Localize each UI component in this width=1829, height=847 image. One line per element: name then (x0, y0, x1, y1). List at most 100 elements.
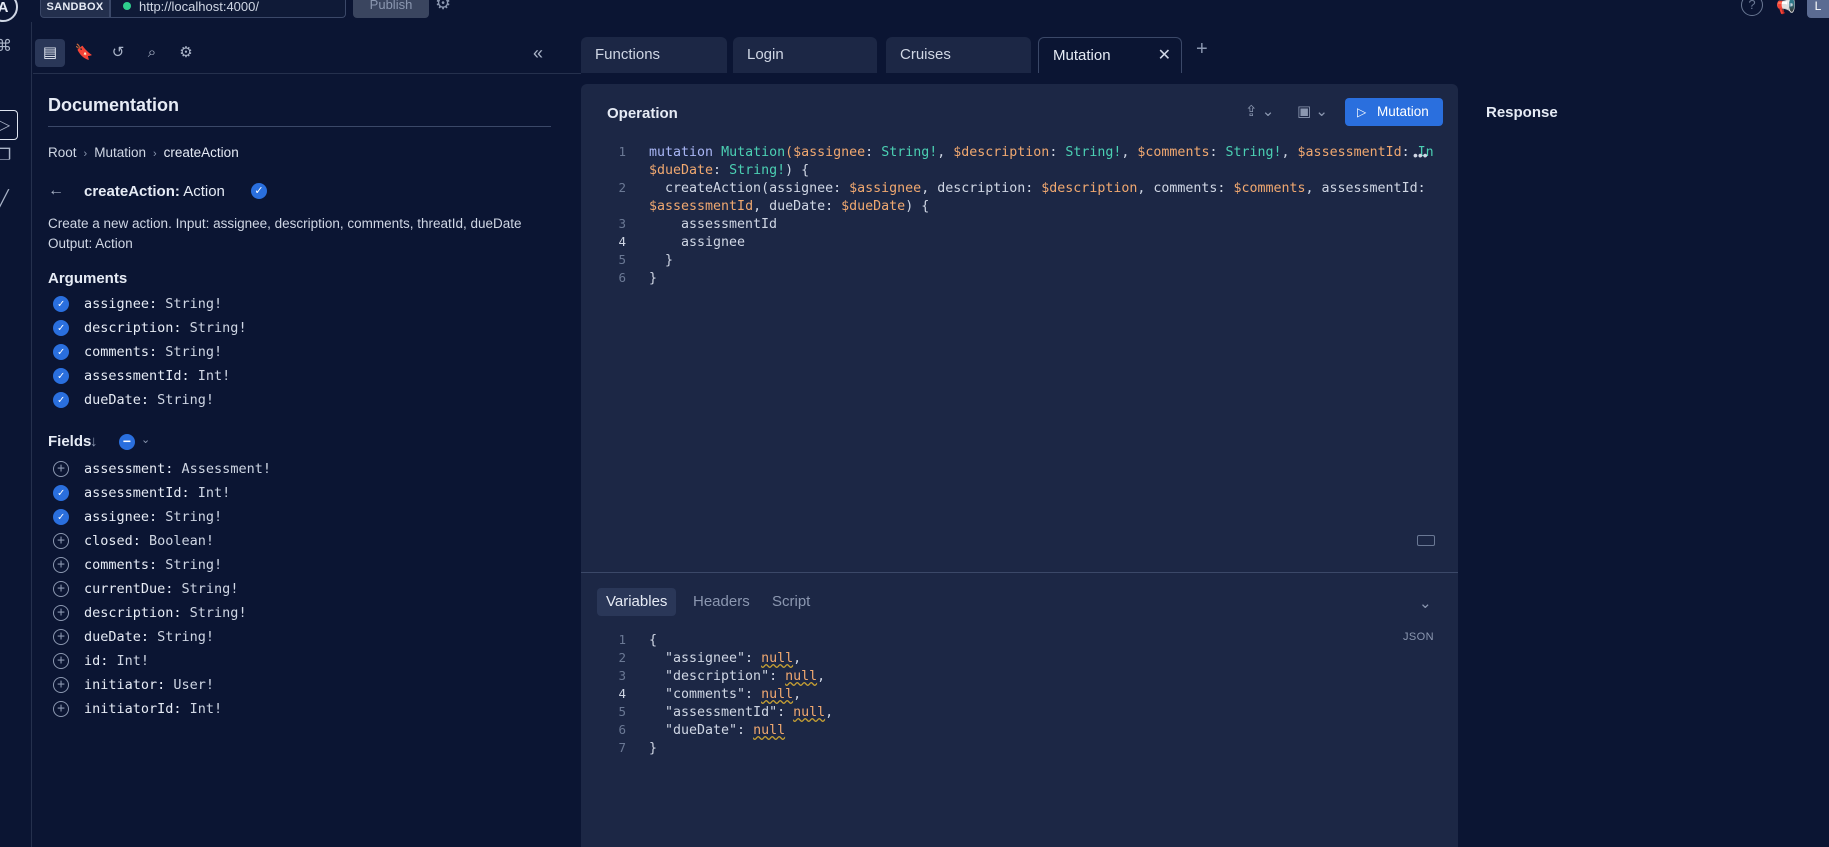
megaphone-icon[interactable]: 📢 (1776, 0, 1796, 16)
field-type[interactable]: Int! (198, 368, 231, 384)
user-avatar[interactable]: L (1807, 0, 1829, 18)
deselect-all-icon[interactable]: − (119, 434, 135, 450)
field-type[interactable]: User! (173, 677, 214, 693)
back-arrow-icon[interactable]: ← (48, 182, 64, 200)
field-name: comments: (84, 557, 166, 573)
description-line: Create a new action. Input: assignee, de… (48, 216, 522, 231)
chevron-down-icon[interactable]: ⌄ (141, 433, 150, 446)
add-tab-icon[interactable]: + (1196, 38, 1208, 61)
json-variable-line: "comments": null, (665, 687, 802, 702)
checked-icon[interactable]: ✓ (53, 296, 69, 312)
more-ellipsis-icon[interactable]: ••• (1413, 147, 1428, 163)
field-row-label: comments: String! (84, 557, 222, 573)
field-type[interactable]: Int! (198, 485, 231, 501)
line-number: 6 (618, 722, 626, 737)
tab-headers[interactable]: Headers (684, 588, 759, 616)
field-type[interactable]: String! (190, 605, 247, 621)
field-type[interactable]: Assessment! (182, 461, 271, 477)
doc-toolbar: ▤ 🔖 ↺ ⌕ ⚙ « (33, 22, 581, 74)
breadcrumb-root[interactable]: Root (48, 145, 77, 160)
field-included-check-icon[interactable]: ✓ (251, 183, 267, 199)
argument-row-label: assessmentId: Int! (84, 368, 230, 384)
checked-icon[interactable]: ✓ (53, 485, 69, 501)
field-type[interactable]: String! (165, 344, 222, 360)
field-type[interactable]: String! (165, 509, 222, 525)
code-line: mutation Mutation($assignee: String!, $d… (649, 145, 1434, 160)
search-icon[interactable]: ⌕ (137, 39, 167, 67)
checked-icon[interactable]: ✓ (53, 344, 69, 360)
add-field-icon[interactable]: + (53, 605, 69, 621)
tab-script[interactable]: Script (763, 588, 819, 616)
field-type[interactable]: String! (157, 392, 214, 408)
settings-gear-icon[interactable]: ⚙ (171, 39, 201, 67)
apollo-logo[interactable]: A (0, 0, 18, 22)
add-field-icon[interactable]: + (53, 653, 69, 669)
add-field-icon[interactable]: + (53, 557, 69, 573)
checked-icon[interactable]: ✓ (53, 392, 69, 408)
field-name: assessment: (84, 461, 182, 477)
field-name: dueDate: (84, 629, 158, 645)
collapse-panel-icon[interactable]: « (533, 39, 543, 67)
publish-button[interactable]: Publish (353, 0, 429, 18)
field-type[interactable]: Int! (117, 653, 150, 669)
add-field-icon[interactable]: + (53, 533, 69, 549)
field-name: currentDue: (84, 581, 182, 597)
bookmark-icon[interactable]: 🔖 (69, 39, 99, 67)
breadcrumb-current: createAction (163, 145, 239, 160)
endpoint-url-input[interactable]: http://localhost:4000/ ⚙ (110, 0, 451, 18)
line-number: 2 (618, 650, 626, 665)
field-type[interactable]: String! (165, 557, 222, 573)
help-icon[interactable]: ? (1741, 0, 1763, 16)
tab-login[interactable]: Login (733, 37, 877, 73)
field-type[interactable]: String! (182, 581, 239, 597)
collapse-chevron-icon[interactable]: ⌄ (1419, 594, 1432, 612)
arguments-heading: Arguments (48, 270, 128, 287)
add-field-icon[interactable]: + (53, 701, 69, 717)
checked-icon[interactable]: ✓ (53, 509, 69, 525)
keyboard-shortcuts-icon[interactable] (1417, 535, 1435, 546)
add-field-icon[interactable]: + (53, 677, 69, 693)
schema-graph-icon[interactable]: ⌘ (0, 37, 14, 57)
run-mutation-button[interactable]: ▷ Mutation (1345, 98, 1443, 126)
field-type[interactable]: Action (183, 183, 225, 200)
json-variable-line: "description": null, (665, 669, 826, 684)
tab-variables[interactable]: Variables (597, 588, 677, 616)
field-type[interactable]: String! (165, 296, 222, 312)
add-field-icon[interactable]: + (53, 629, 69, 645)
sort-arrow-down-icon[interactable]: ↓ (90, 433, 98, 450)
field-name: assessmentId: (84, 485, 198, 501)
line-number: 1 (618, 144, 626, 159)
gear-icon[interactable]: ⚙ (435, 0, 451, 12)
field-name: dueDate: (84, 392, 158, 408)
field-row-label: description: String! (84, 605, 247, 621)
panel-divider[interactable] (581, 572, 1458, 573)
history-icon[interactable]: ↺ (103, 39, 133, 67)
save-icon[interactable]: ▣ ⌄ (1297, 102, 1328, 120)
field-type[interactable]: Boolean! (149, 533, 214, 549)
tab-mutation[interactable]: Mutation ✕ (1038, 37, 1182, 73)
close-icon[interactable]: ✕ (1158, 38, 1171, 74)
field-type[interactable]: String! (190, 320, 247, 336)
field-type[interactable]: Int! (190, 701, 223, 717)
field-name: assignee: (84, 509, 166, 525)
tab-cruises[interactable]: Cruises (886, 37, 1031, 73)
documentation-panel: ▤ 🔖 ↺ ⌕ ⚙ « Documentation Root › Mutation ›… (33, 22, 581, 847)
add-field-icon[interactable]: + (53, 581, 69, 597)
checked-icon[interactable]: ✓ (53, 320, 69, 336)
code-line: } (649, 271, 658, 286)
checked-icon[interactable]: ✓ (53, 368, 69, 384)
tab-functions[interactable]: Functions (581, 37, 727, 73)
divider (48, 126, 551, 127)
pen-icon[interactable]: ╱ (0, 190, 14, 210)
collections-icon[interactable]: ❐ (0, 146, 14, 166)
breadcrumb-mutation[interactable]: Mutation (94, 145, 146, 160)
field-name: assignee: (84, 296, 166, 312)
json-close-brace: } (649, 741, 658, 756)
field-type[interactable]: String! (157, 629, 214, 645)
share-icon[interactable]: ⇪ ⌄ (1245, 102, 1274, 120)
endpoint-url-text: http://localhost:4000/ (139, 0, 259, 14)
explorer-icon[interactable]: ▷ (0, 116, 14, 136)
add-field-icon[interactable]: + (53, 461, 69, 477)
documentation-icon[interactable]: ▤ (35, 39, 65, 67)
field-name: closed: (84, 533, 150, 549)
